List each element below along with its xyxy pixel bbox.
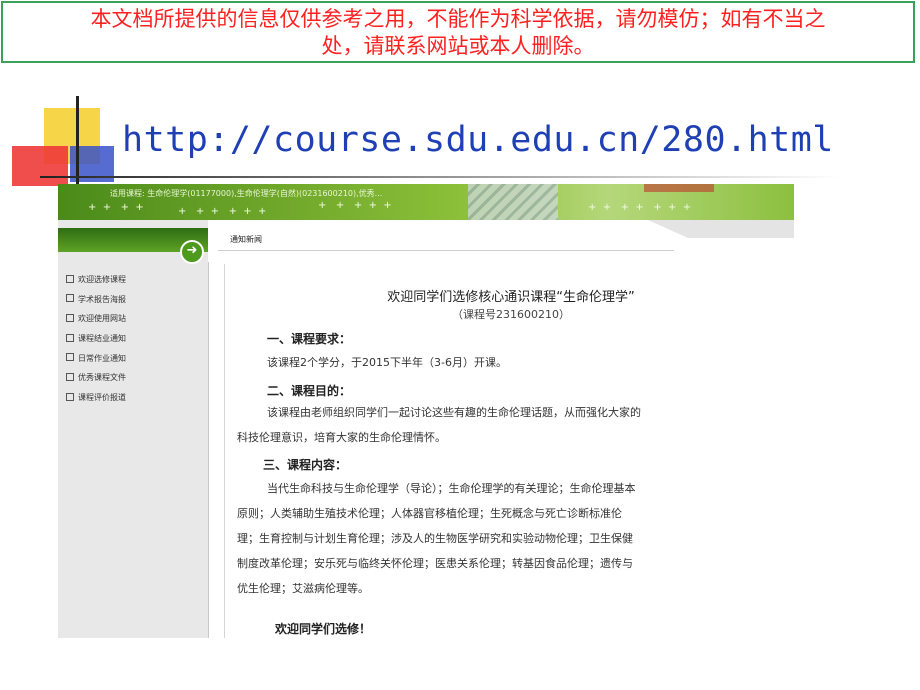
banner-corner-accent: [644, 184, 714, 192]
banner-sparkle: + + + + + + +: [588, 202, 692, 213]
section-2-line-1: 该课程由老师组织同学们一起讨论这些有趣的生命伦理话题，从而强化大家的: [267, 406, 641, 419]
sidebar-item-welcome-site[interactable]: 欢迎使用网站: [66, 311, 126, 331]
sidebar-item-label: 学术报告海报: [78, 294, 126, 304]
breadcrumb-tab-slant: [648, 220, 688, 238]
sidebar-item-label: 优秀课程文件: [78, 373, 126, 383]
section-3-line-3: 理；生育控制与计划生育伦理；涉及人的生物医学研究和实验动物伦理；卫生保健: [237, 532, 633, 545]
breadcrumb-area: 通知新闻: [208, 220, 794, 262]
sidebar-item-welcome-course[interactable]: 欢迎选修课程: [66, 272, 126, 292]
disclaimer-banner: 本文档所提供的信息仅供参考之用，不能作为科学依据，请勿模仿；如有不当之 处，请联…: [1, 1, 915, 63]
breadcrumb[interactable]: 通知新闻: [230, 234, 262, 245]
section-3-line-5: 优生伦理；艾滋病伦理等。: [237, 582, 369, 595]
sidebar-item-excellent-files[interactable]: 优秀课程文件: [66, 370, 126, 390]
banner-course-list: 适用课程: 生命伦理学(01177000),生命伦理学(自然)(02316002…: [110, 189, 383, 198]
sidebar-item-academic-poster[interactable]: 学术报告海报: [66, 292, 126, 312]
checkbox-icon: [66, 333, 74, 342]
sidebar-item-completion-notice[interactable]: 课程结业通知: [66, 331, 126, 351]
checkbox-icon: [66, 274, 74, 283]
section-1-text: 该课程2个学分，于2015下半年（3-6月）开课。: [267, 356, 507, 369]
banner-sparkle: + + + + +: [318, 200, 392, 211]
checkbox-icon: [66, 294, 74, 303]
course-url-link[interactable]: http://course.sdu.edu.cn/280.html: [122, 120, 834, 160]
checkbox-icon: [66, 313, 74, 322]
banner-keyboard-image: [468, 184, 558, 220]
site-sidebar: ➜ 欢迎选修课程 学术报告海报 欢迎使用网站 课程结业通知 日常作业通知 优秀课…: [58, 220, 209, 638]
sidebar-item-label: 日常作业通知: [78, 353, 126, 363]
section-3-line-1: 当代生命科技与生命伦理学（导论）；生命伦理学的有关理论；生命伦理基本: [267, 482, 636, 495]
section-1-heading: 一、课程要求：: [267, 332, 352, 346]
disclaimer-line-2: 处，请联系网站或本人删除。: [321, 34, 595, 58]
disclaimer-line-1: 本文档所提供的信息仅供参考之用，不能作为科学依据，请勿模仿；如有不当之: [90, 7, 826, 31]
section-3-line-4: 制度改革伦理；安乐死与临终关怀伦理；医患关系伦理；转基因食品伦理；遗传与: [237, 557, 633, 570]
decor-horizontal-line: [40, 176, 840, 178]
article-panel: 欢迎同学们选修核心通识课程“生命伦理学” （课程号231600210） 一、课程…: [224, 264, 794, 638]
banner-sparkle: + + + +: [88, 202, 144, 213]
arrow-right-icon[interactable]: ➜: [180, 240, 204, 264]
section-2-heading: 二、课程目的：: [267, 384, 352, 398]
breadcrumb-divider: [218, 250, 674, 251]
checkbox-icon: [66, 353, 74, 362]
sidebar-item-label: 课程结业通知: [78, 334, 126, 344]
banner-sparkle: + + + + + +: [178, 206, 267, 217]
website-screenshot: 适用课程: 生命伦理学(01177000),生命伦理学(自然)(02316002…: [58, 184, 794, 638]
article-subtitle: （课程号231600210）: [452, 308, 570, 321]
site-banner: 适用课程: 生命伦理学(01177000),生命伦理学(自然)(02316002…: [58, 184, 794, 220]
article-title: 欢迎同学们选修核心通识课程“生命伦理学”: [387, 290, 635, 305]
sidebar-menu: 欢迎选修课程 学术报告海报 欢迎使用网站 课程结业通知 日常作业通知 优秀课程文…: [66, 272, 126, 410]
sidebar-item-evaluation-report[interactable]: 课程评价报道: [66, 390, 126, 410]
decor-vertical-line: [76, 96, 79, 186]
sidebar-item-label: 欢迎选修课程: [78, 275, 126, 284]
sidebar-item-homework-notice[interactable]: 日常作业通知: [66, 351, 126, 371]
closing-text: 欢迎同学们选修！: [275, 622, 372, 636]
sidebar-item-label: 欢迎使用网站: [78, 314, 126, 324]
checkbox-icon: [66, 392, 74, 401]
decor-red-square: [12, 146, 68, 186]
section-3-heading: 三、课程内容：: [263, 458, 348, 472]
breadcrumb-tab: [688, 220, 794, 238]
section-2-line-2: 科技伦理意识，培育大家的生命伦理情怀。: [237, 431, 446, 444]
section-3-line-2: 原则；人类辅助生殖技术伦理；人体器官移植伦理；生死概念与死亡诊断标准伦: [237, 507, 622, 520]
checkbox-icon: [66, 372, 74, 381]
sidebar-item-label: 课程评价报道: [78, 393, 126, 403]
